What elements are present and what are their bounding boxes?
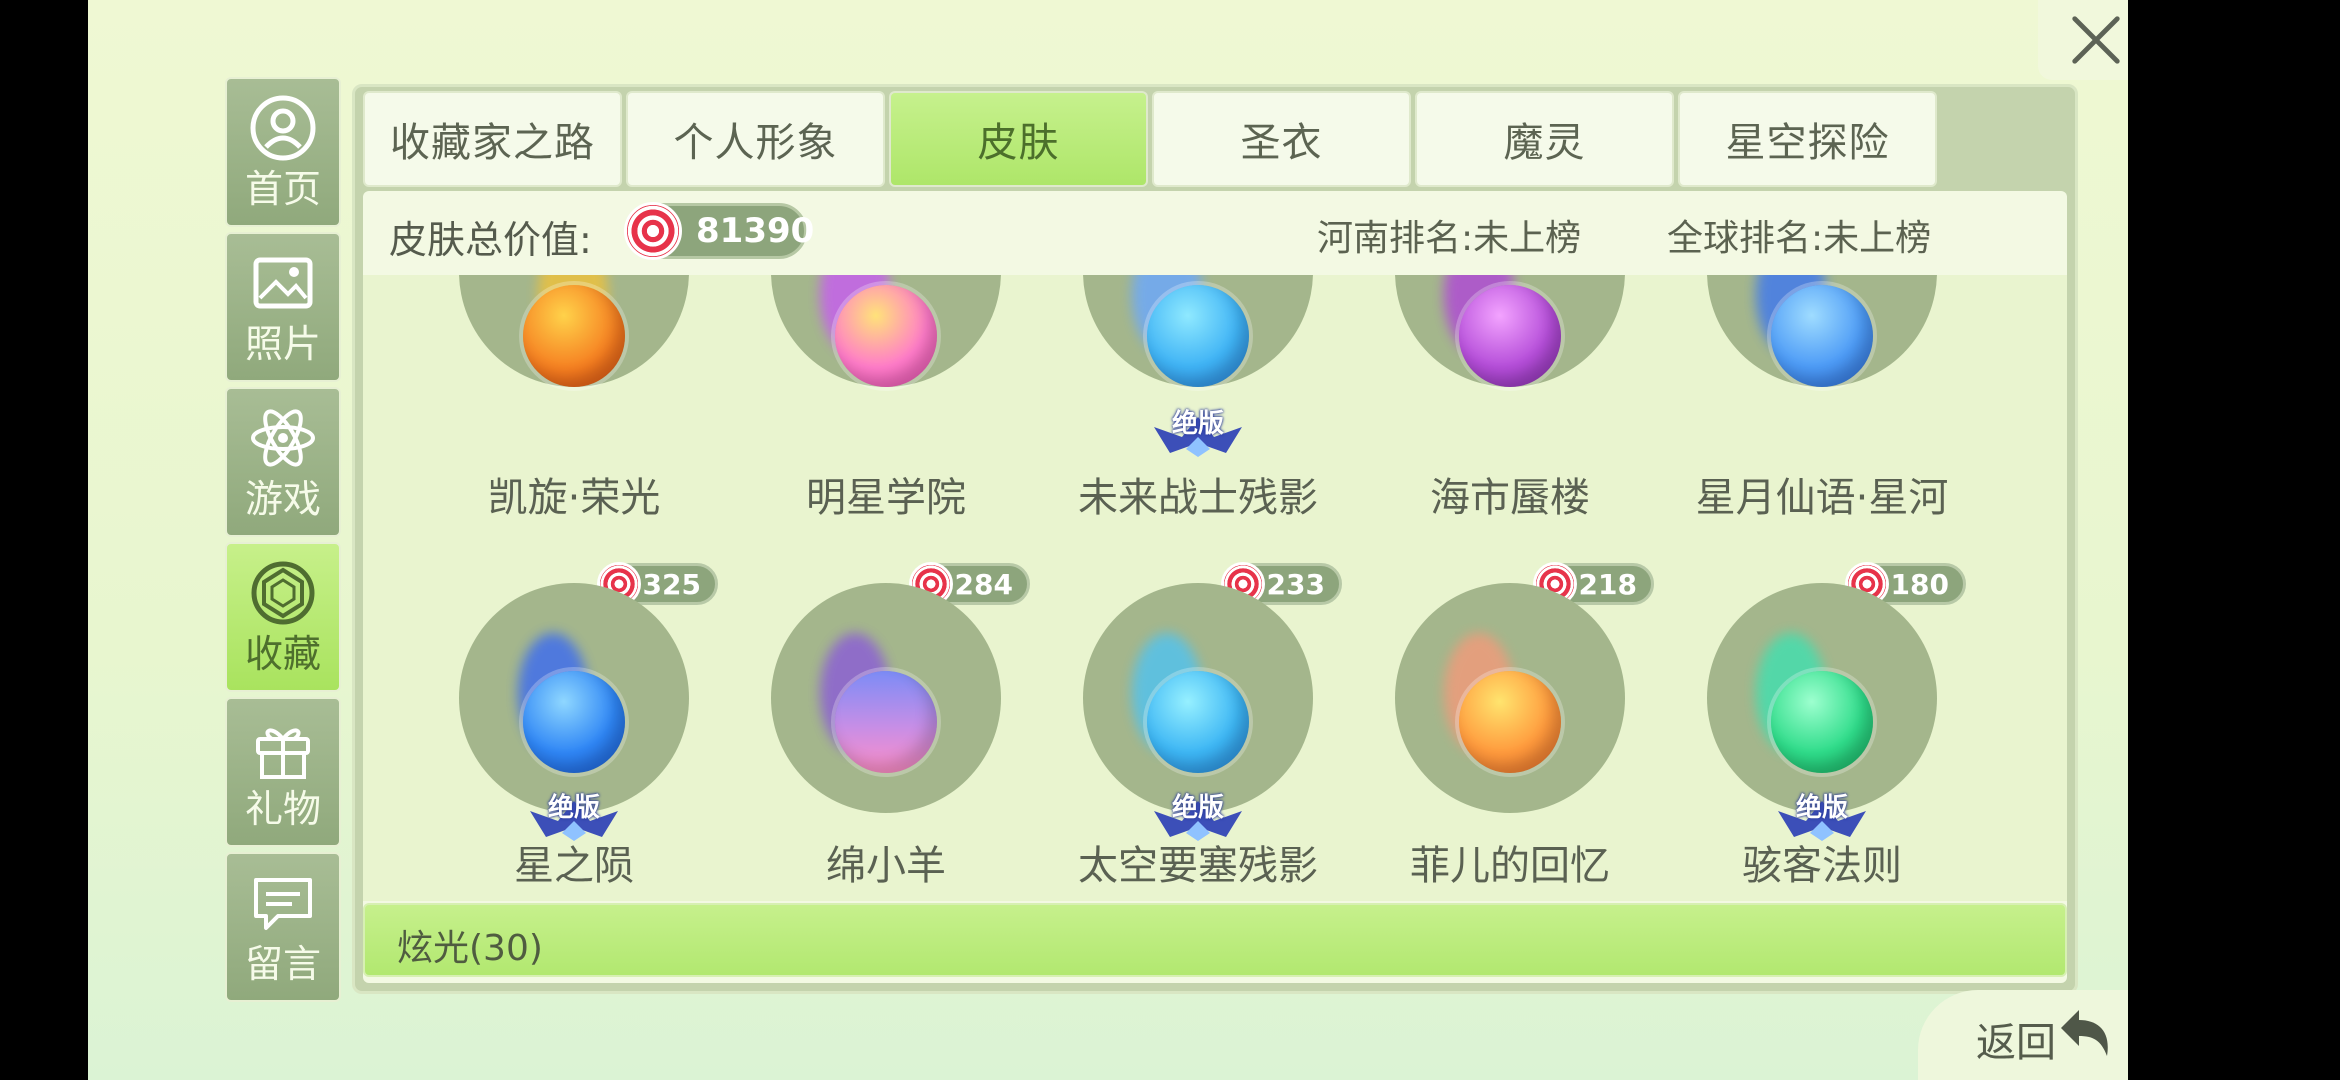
back-label: 返回 [1976,1020,2056,1066]
photo-icon [248,248,318,318]
skin-card[interactable]: 绝版 未来战士残影 [1042,275,1354,525]
skin-card[interactable]: 凯旋·荣光 [418,275,730,525]
skin-name: 骇客法则 [1742,843,1902,889]
blue-orb [523,671,625,773]
pink-blue-orb [835,671,937,773]
skin-name: 未来战士残影 [1078,475,1318,521]
skin-card[interactable]: 海市蜃楼 [1354,275,1666,525]
tab-spirits[interactable]: 魔灵 [1415,91,1674,187]
cyan-orb [1147,671,1249,773]
skin-name: 星月仙语·星河 [1695,475,1949,521]
sidebar-item-collection[interactable]: 收藏 [225,542,341,692]
skin-name: 太空要塞残影 [1078,843,1318,889]
pink-orb [835,285,937,387]
skin-card[interactable]: 218 菲儿的回忆 [1354,562,1666,893]
orange-orb [523,285,625,387]
back-button[interactable]: 返回 [1918,990,2128,1080]
blue-orb [1147,285,1249,387]
total-value: 81390 [696,211,815,251]
sidebar-item-photos[interactable]: 照片 [225,232,341,382]
atom-icon [248,403,318,473]
skin-card[interactable]: 星月仙语·星河 [1666,275,1978,525]
total-value-label: 皮肤总价值: [389,218,592,262]
sidebar-item-messages[interactable]: 留言 [225,852,341,1002]
skin-name: 菲儿的回忆 [1410,843,1610,889]
tab-content: 皮肤总价值: 81390 河南排名:未上榜 全球排名:未上榜 凯旋·荣光 明星学… [363,191,2067,983]
sidebar-item-label: 收藏 [244,632,321,677]
sidebar-item-label: 首页 [244,167,321,212]
section-header[interactable]: 炫光(30) [363,903,2067,977]
skin-name: 绵小羊 [826,843,946,889]
tab-armor[interactable]: 圣衣 [1152,91,1411,187]
skin-card[interactable]: 180 绝版 骇客法则 [1666,562,1978,893]
gift-icon [248,713,318,783]
collection-panel: 收藏家之路 个人形象 皮肤 圣衣 魔灵 星空探险 皮肤总价值: 81390 河南… [352,84,2078,994]
tab-collector-road[interactable]: 收藏家之路 [363,91,622,187]
skin-card[interactable]: 明星学院 [730,275,1042,525]
limited-badge: 绝版 [1150,403,1246,459]
tab-space-explore[interactable]: 星空探险 [1678,91,1937,187]
return-arrow-icon [2061,1010,2108,1056]
sidebar: 首页 照片 游戏 收藏 礼物 留言 [225,77,341,1007]
skin-name: 星之陨 [514,843,634,889]
sidebar-item-label: 照片 [244,322,321,367]
sidebar-item-label: 礼物 [244,787,321,832]
tab-bar: 收藏家之路 个人形象 皮肤 圣衣 魔灵 星空探险 [363,91,1937,187]
summary-bar: 皮肤总价值: 81390 河南排名:未上榜 全球排名:未上榜 [363,191,2067,275]
skin-name: 凯旋·荣光 [487,475,661,521]
tab-skins[interactable]: 皮肤 [889,91,1148,187]
skin-grid[interactable]: 凯旋·荣光 明星学院 绝版 未来战士残影 海市蜃楼 星月仙语·星河 325 绝版… [363,275,2067,901]
global-rank: 全球排名:未上榜 [1667,218,1932,259]
candy-icon [624,202,682,260]
sidebar-item-label: 留言 [244,942,321,987]
province-rank: 河南排名:未上榜 [1317,218,1582,259]
game-screen: 首页 照片 游戏 收藏 礼物 留言 收藏家之路 个人形象 皮肤 圣衣 魔灵 星空… [88,0,2128,1080]
message-icon [248,868,318,938]
gem-icon [248,558,318,628]
total-value-badge: 81390 [624,202,814,260]
blue-orb [1771,285,1873,387]
skin-name: 海市蜃楼 [1430,475,1590,521]
sidebar-item-games[interactable]: 游戏 [225,387,341,537]
section-title: 炫光(30) [397,928,543,969]
skin-card[interactable]: 325 绝版 星之陨 [418,562,730,893]
close-icon [2071,16,2120,64]
skin-name: 明星学院 [806,475,966,521]
sidebar-item-gifts[interactable]: 礼物 [225,697,341,847]
profile-icon [248,93,318,163]
purple-orb [1459,285,1561,387]
green-orb [1771,671,1873,773]
sidebar-item-label: 游戏 [244,477,321,522]
tab-avatar[interactable]: 个人形象 [626,91,885,187]
skin-card[interactable]: 284 绵小羊 [730,562,1042,893]
orange-orb [1459,671,1561,773]
close-button[interactable] [2038,0,2128,80]
skin-card[interactable]: 233 绝版 太空要塞残影 [1042,562,1354,893]
sidebar-item-home[interactable]: 首页 [225,77,341,227]
